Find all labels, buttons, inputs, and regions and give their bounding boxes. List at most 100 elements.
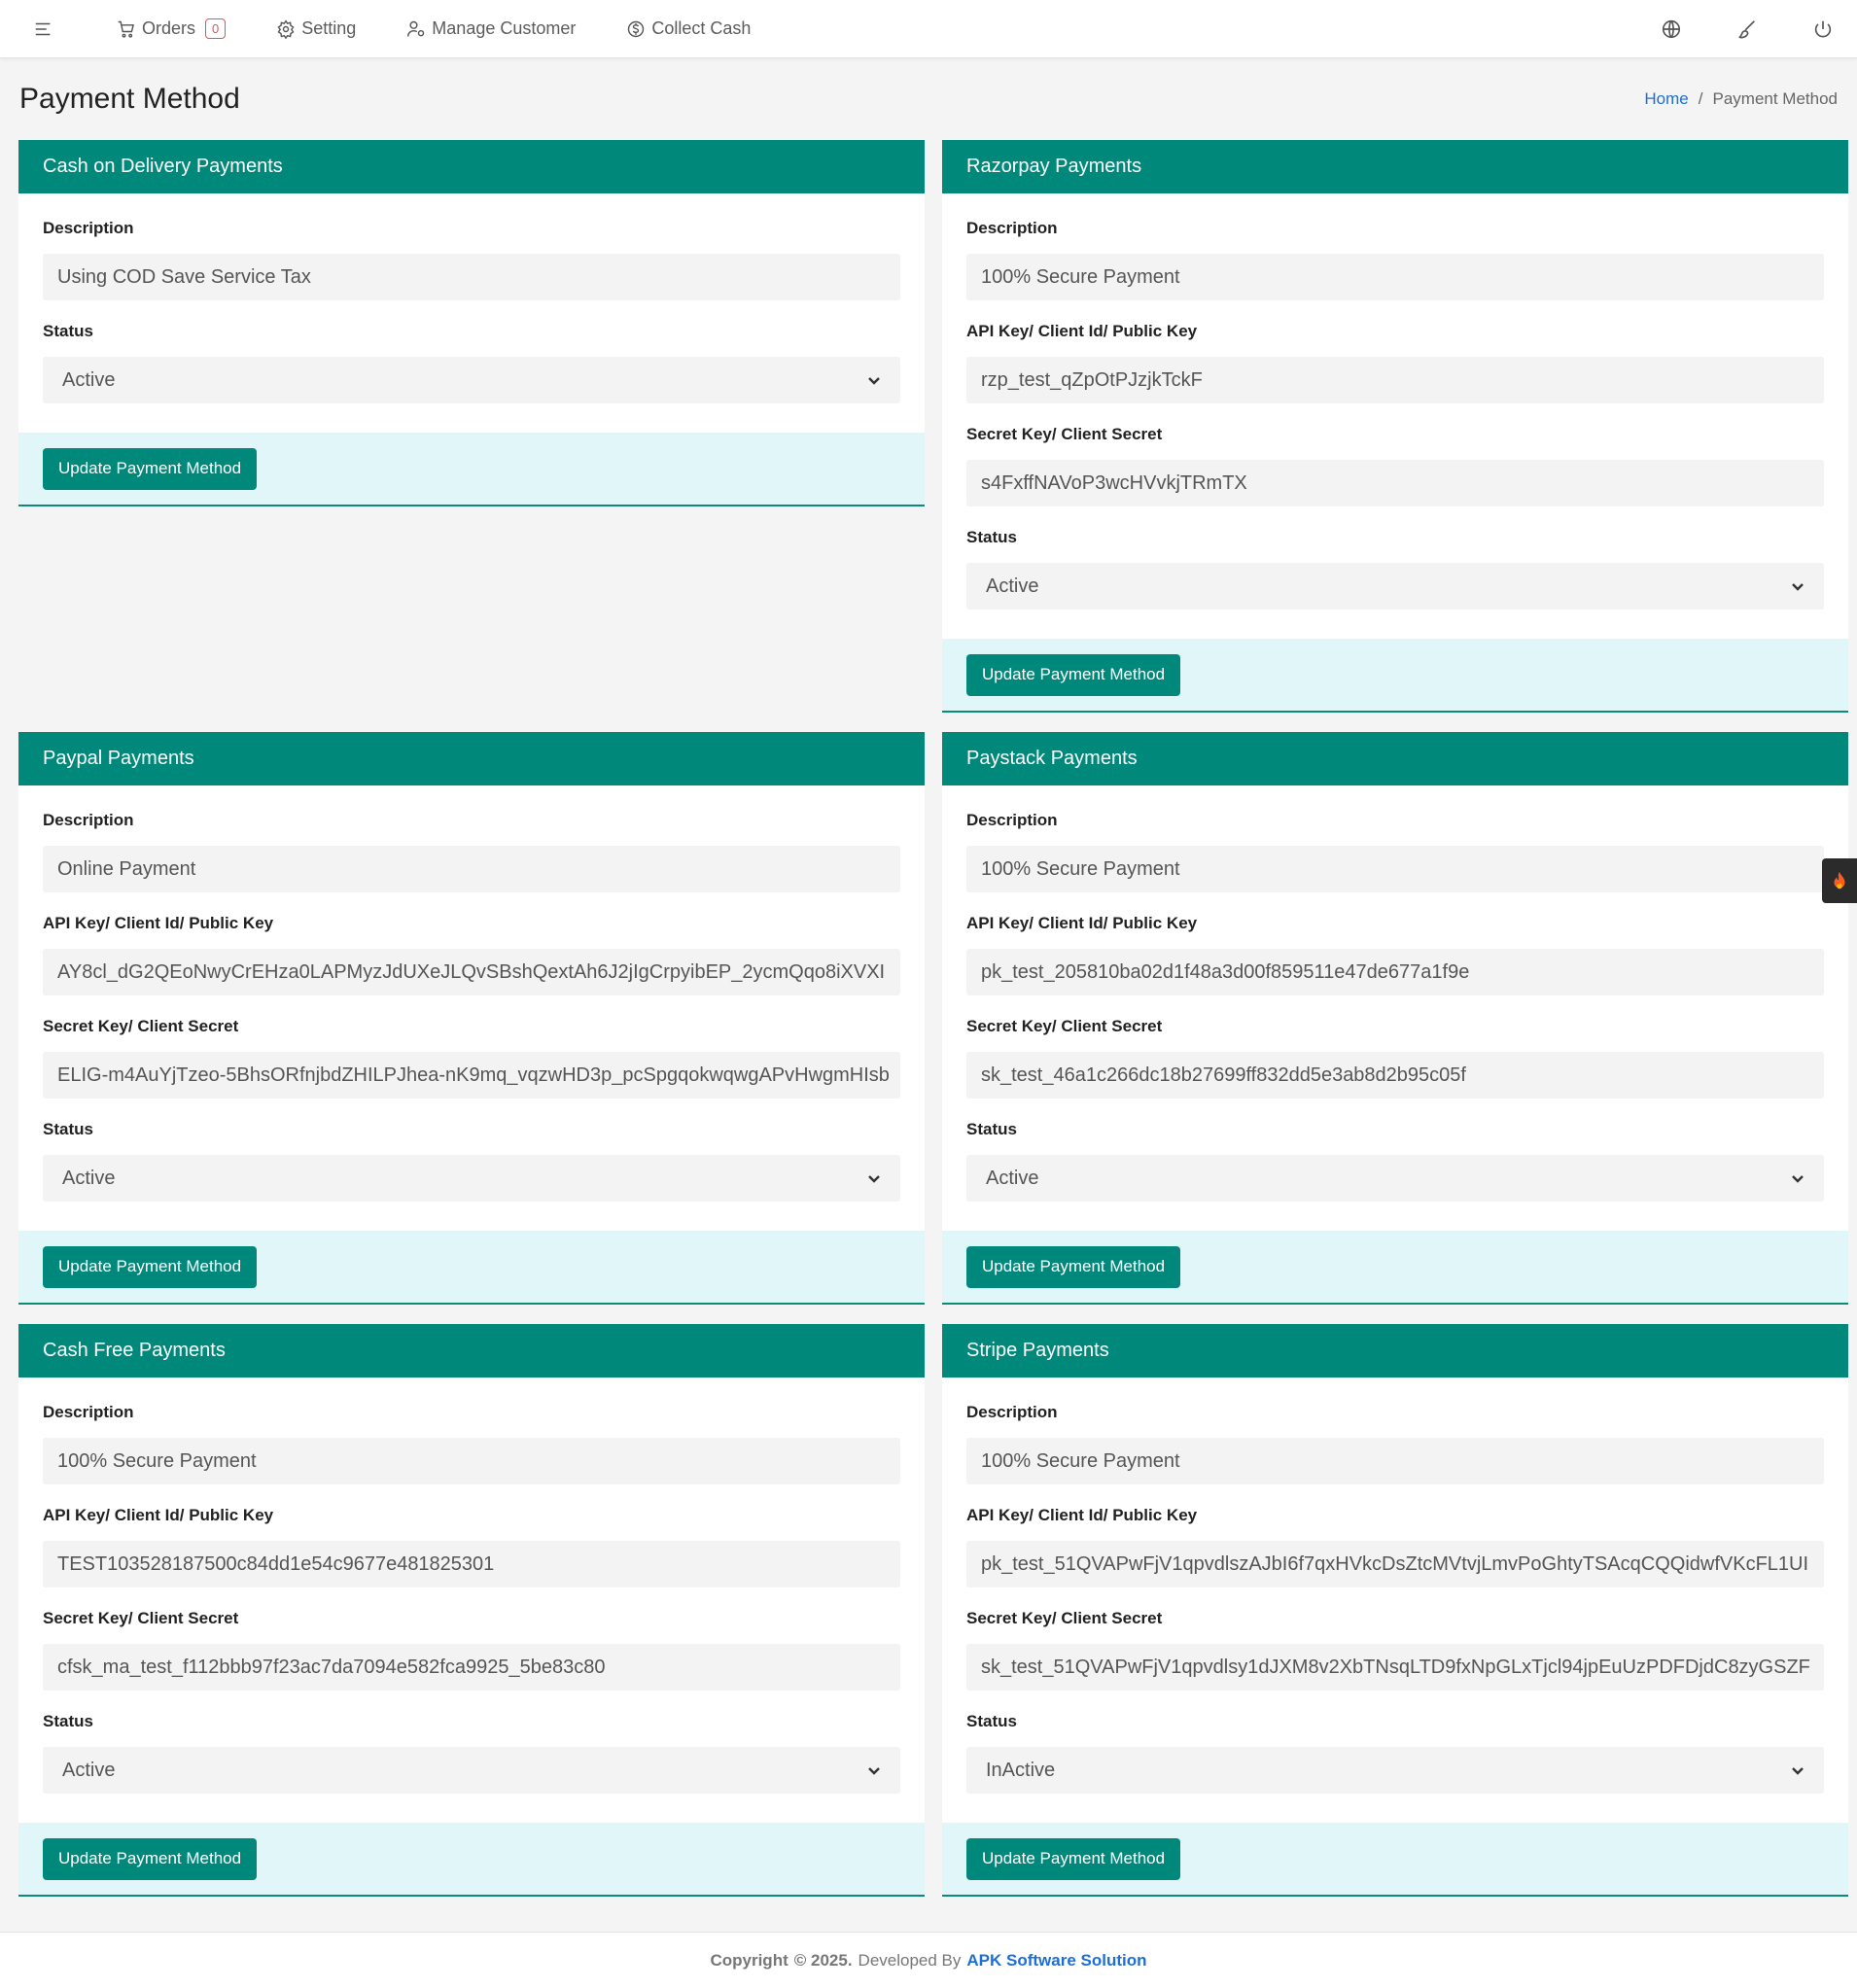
cod-payment-card: Cash on Delivery Payments Description Us…: [18, 140, 925, 506]
card-body: Description 100% Secure Payment API Key/…: [942, 193, 1848, 639]
description-label: Description: [43, 219, 134, 237]
copyright-year: © 2025.: [793, 1950, 853, 1970]
stripe-payment-card: Stripe Payments Description 100% Secure …: [942, 1324, 1848, 1897]
copyright-label: Copyright: [710, 1950, 788, 1970]
cashfree-payment-card: Cash Free Payments Description 100% Secu…: [18, 1324, 925, 1897]
status-label: Status: [43, 322, 93, 340]
chevron-down-icon: [1792, 583, 1804, 591]
description-input[interactable]: 100% Secure Payment: [43, 1438, 900, 1484]
secret-key-label: Secret Key/ Client Secret: [43, 1609, 239, 1627]
status-value: Active: [986, 1167, 1039, 1189]
secret-key-input[interactable]: ELIG-m4AuYjTzeo-5BhsORfnjbdZHILPJhea-nK9…: [43, 1052, 900, 1099]
card-body: Description Using COD Save Service Tax S…: [18, 193, 925, 433]
nav-manage-customer[interactable]: Manage Customer: [406, 18, 576, 39]
secret-key-input[interactable]: cfsk_ma_test_f112bbb97f23ac7da7094e582fc…: [43, 1644, 900, 1691]
developed-by-text: Developed By: [858, 1950, 962, 1970]
update-payment-method-button[interactable]: Update Payment Method: [966, 1837, 1181, 1880]
secret-key-label: Secret Key/ Client Secret: [966, 1609, 1163, 1627]
status-label: Status: [966, 1120, 1017, 1138]
secret-key-input[interactable]: sk_test_51QVAPwFjV1qpvdlsy1dJXM8v2XbTNsq…: [966, 1644, 1824, 1691]
description-label: Description: [966, 1403, 1058, 1421]
logout-button[interactable]: [1812, 18, 1834, 40]
api-key-input[interactable]: pk_test_205810ba02d1f48a3d00f859511e47de…: [966, 949, 1824, 995]
description-label: Description: [43, 811, 134, 829]
card-footer: Update Payment Method: [942, 1231, 1848, 1303]
nav-orders-label: Orders: [142, 18, 196, 38]
card-footer: Update Payment Method: [18, 1231, 925, 1303]
update-payment-method-button[interactable]: Update Payment Method: [43, 1837, 258, 1880]
cart-icon: [118, 20, 134, 38]
api-key-label: API Key/ Client Id/ Public Key: [43, 914, 274, 932]
nav-orders[interactable]: Orders 0: [117, 18, 227, 39]
secret-key-input[interactable]: sk_test_46a1c266dc18b27699ff832dd5e3ab8d…: [966, 1052, 1824, 1099]
card-body: Description 100% Secure Payment API Key/…: [942, 1378, 1848, 1823]
status-select[interactable]: Active: [43, 1747, 900, 1794]
paypal-payment-card: Paypal Payments Description Online Payme…: [18, 732, 925, 1305]
update-payment-method-button[interactable]: Update Payment Method: [43, 447, 258, 490]
description-label: Description: [966, 219, 1058, 237]
card-title: Paystack Payments: [942, 732, 1848, 785]
card-footer: Update Payment Method: [942, 1823, 1848, 1895]
side-panel-toggle[interactable]: [1822, 858, 1857, 903]
nav-setting[interactable]: Setting: [276, 18, 356, 39]
status-select[interactable]: InActive: [966, 1747, 1824, 1794]
api-key-input[interactable]: AY8cl_dG2QEoNwyCrEHza0LAPMyzJdUXeJLQvSBs…: [43, 949, 900, 995]
api-key-input[interactable]: pk_test_51QVAPwFjV1qpvdlszAJbI6f7qxHVkcD…: [966, 1541, 1824, 1587]
page-title: Payment Method: [19, 83, 240, 115]
api-key-input[interactable]: TEST103528187500c84dd1e54c9677e481825301: [43, 1541, 900, 1587]
api-key-label: API Key/ Client Id/ Public Key: [43, 1506, 274, 1524]
api-key-label: API Key/ Client Id/ Public Key: [966, 1506, 1198, 1524]
card-body: Description 100% Secure Payment API Key/…: [942, 785, 1848, 1231]
card-title: Cash on Delivery Payments: [18, 140, 925, 193]
card-footer: Update Payment Method: [942, 639, 1848, 711]
flame-icon: [1834, 871, 1845, 889]
nav-collect-cash-label: Collect Cash: [651, 18, 752, 38]
card-title: Paypal Payments: [18, 732, 925, 785]
developer-link[interactable]: APK Software Solution: [966, 1951, 1146, 1971]
nav-collect-cash[interactable]: Collect Cash: [626, 18, 751, 39]
brush-icon: [1738, 19, 1755, 38]
description-input[interactable]: 100% Secure Payment: [966, 254, 1824, 300]
description-input[interactable]: Using COD Save Service Tax: [43, 254, 900, 300]
status-select[interactable]: Active: [43, 1155, 900, 1202]
breadcrumb-current: Payment Method: [1712, 89, 1838, 108]
status-label: Status: [43, 1712, 93, 1730]
api-key-input[interactable]: rzp_test_qZpOtPJzjkTckF: [966, 357, 1824, 403]
secret-key-label: Secret Key/ Client Secret: [966, 425, 1163, 443]
status-label: Status: [43, 1120, 93, 1138]
nav-right: [1661, 18, 1834, 40]
chevron-down-icon: [1792, 1767, 1804, 1775]
chevron-down-icon: [868, 1767, 880, 1775]
status-label: Status: [966, 528, 1017, 546]
theme-button[interactable]: [1736, 18, 1758, 40]
api-key-label: API Key/ Client Id/ Public Key: [966, 914, 1198, 932]
status-select[interactable]: Active: [966, 563, 1824, 610]
status-value: Active: [62, 368, 116, 391]
card-body: Description Online Payment API Key/ Clie…: [18, 785, 925, 1231]
payment-methods-grid: Cash on Delivery Payments Description Us…: [0, 140, 1857, 1897]
description-input[interactable]: Online Payment: [43, 846, 900, 892]
update-payment-method-button[interactable]: Update Payment Method: [966, 1245, 1181, 1288]
breadcrumb-home-link[interactable]: Home: [1644, 89, 1688, 109]
card-title: Cash Free Payments: [18, 1324, 925, 1378]
orders-count-badge: 0: [205, 18, 227, 39]
description-input[interactable]: 100% Secure Payment: [966, 846, 1824, 892]
cash-icon: [628, 20, 645, 37]
update-payment-method-button[interactable]: Update Payment Method: [966, 653, 1181, 696]
power-icon: [1814, 20, 1832, 37]
gear-icon: [277, 18, 295, 39]
update-payment-method-button[interactable]: Update Payment Method: [43, 1245, 258, 1288]
status-select[interactable]: Active: [43, 357, 900, 403]
language-button[interactable]: [1661, 18, 1682, 40]
status-select[interactable]: Active: [966, 1155, 1824, 1202]
description-input[interactable]: 100% Secure Payment: [966, 1438, 1824, 1484]
status-value: Active: [62, 1759, 116, 1781]
breadcrumb-separator: /: [1698, 89, 1703, 108]
secret-key-input[interactable]: s4FxffNAVoP3wcHVvkjTRmTX: [966, 460, 1824, 506]
card-footer: Update Payment Method: [18, 433, 925, 505]
status-value: InActive: [986, 1759, 1056, 1781]
status-label: Status: [966, 1712, 1017, 1730]
breadcrumb: Home / Payment Method: [1644, 89, 1838, 109]
top-navbar: Orders 0 Setting Manage Customer Collect…: [0, 0, 1857, 58]
menu-toggle-button[interactable]: [33, 18, 54, 40]
